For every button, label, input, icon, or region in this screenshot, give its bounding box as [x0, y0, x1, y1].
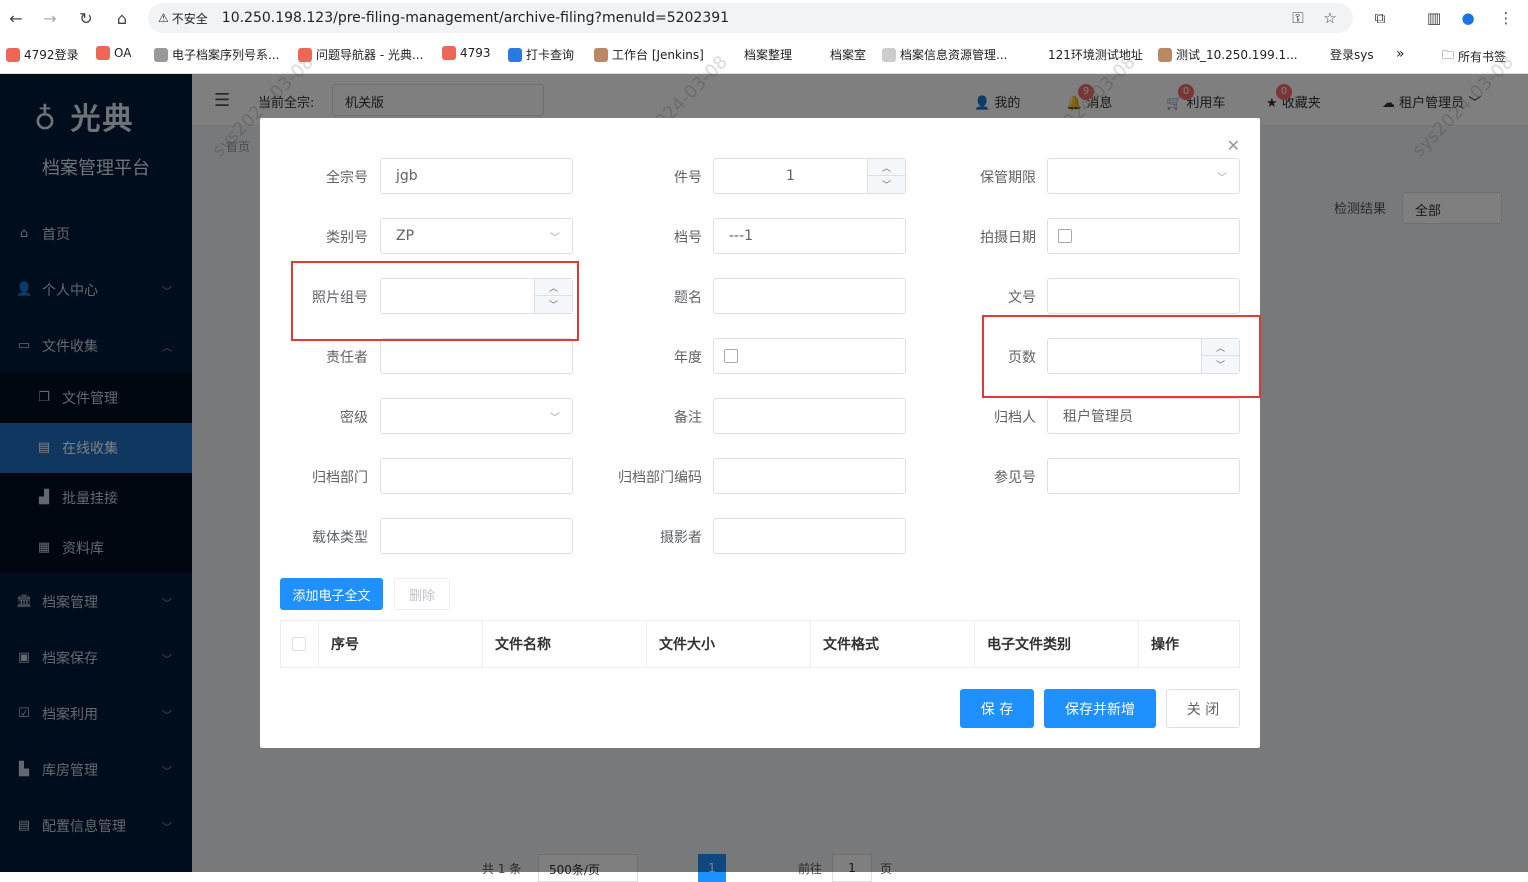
archiver-label: 归档人	[994, 410, 1036, 426]
carrier-type-input[interactable]	[380, 518, 573, 554]
bookmark-icon	[96, 46, 110, 60]
bookmark-item[interactable]: 4793	[442, 46, 491, 60]
ref-no-input[interactable]	[1047, 458, 1240, 494]
bookmark-icon	[154, 47, 168, 62]
increment-icon[interactable]: ︿	[868, 159, 905, 176]
category-no-select[interactable]: ZP ﹀	[380, 218, 573, 254]
bookmark-item[interactable]: 档案信息资源管理...	[882, 46, 1007, 63]
remark-label: 备注	[674, 410, 702, 426]
retention-label: 保管期限	[980, 170, 1036, 186]
archive-no-label: 档号	[674, 230, 702, 246]
highlight-box	[291, 261, 579, 341]
bookmark-icon	[1158, 47, 1172, 62]
bookmark-item[interactable]: 测试_10.250.199.1...	[1158, 46, 1298, 63]
category-no-label: 类别号	[326, 230, 368, 246]
chevron-down-icon: ﹀	[1217, 173, 1227, 184]
remark-input[interactable]	[713, 398, 906, 434]
responsible-label: 责任者	[326, 350, 368, 366]
photo-date-picker[interactable]	[1047, 218, 1240, 254]
bookmark-icon	[594, 47, 608, 62]
table-header[interactable]: 序号	[319, 621, 483, 667]
title-label: 题名	[674, 290, 702, 306]
table-header[interactable]: 电子文件类别	[975, 621, 1139, 667]
archive-dept-label: 归档部门	[312, 470, 368, 486]
extensions-icon[interactable]: ⧉	[1368, 6, 1392, 30]
fonds-no-label: 全宗号	[326, 170, 368, 186]
secret-level-label: 密级	[340, 410, 368, 426]
bookmark-item[interactable]: OA	[96, 46, 131, 60]
bookmarks-overflow[interactable]: »	[1396, 46, 1405, 62]
calendar-icon	[1058, 229, 1072, 243]
warning-icon: ⚠	[158, 11, 169, 25]
address-bar[interactable]: ⚠ 不安全 10.250.198.123/pre-filing-managemen…	[148, 3, 1353, 33]
carrier-type-label: 载体类型	[312, 530, 368, 546]
url-text: 10.250.198.123/pre-filing-management/arc…	[221, 10, 730, 26]
table-header[interactable]: 文件大小	[647, 621, 811, 667]
doc-no-label: 文号	[1008, 290, 1036, 306]
item-no-label: 件号	[674, 170, 702, 186]
archive-filing-dialog: ✕ 全宗号 jgb 件号 1 ︿ ﹀ 保管期限 ﹀ 类别号 ZP ﹀ 档号 ---1 …	[260, 118, 1261, 748]
table-header[interactable]: 文件名称	[483, 621, 647, 667]
table-header[interactable]: 操作	[1139, 621, 1239, 667]
bookmark-icon	[508, 47, 522, 62]
fonds-no-input[interactable]: jgb	[380, 158, 573, 194]
photographer-label: 摄影者	[660, 530, 702, 546]
back-icon[interactable]: ←	[4, 6, 28, 30]
add-fulltext-button[interactable]: 添加电子全文	[280, 578, 383, 610]
key-icon[interactable]: ⚿	[1286, 6, 1310, 30]
select-all-cell	[281, 621, 319, 667]
chevron-down-icon: ﹀	[550, 413, 560, 424]
forward-icon[interactable]: →	[38, 6, 62, 30]
photo-date-label: 拍摄日期	[980, 230, 1036, 246]
highlight-box	[982, 315, 1261, 398]
reload-icon[interactable]: ↻	[74, 6, 98, 30]
bookmark-icon	[882, 47, 896, 62]
save-button[interactable]: 保 存	[960, 689, 1034, 728]
bookmark-item[interactable]: 档案室	[830, 46, 866, 63]
star-icon[interactable]: ☆	[1318, 6, 1342, 30]
bookmark-icon	[6, 47, 20, 62]
archive-dept-input[interactable]	[380, 458, 573, 494]
archive-dept-code-input[interactable]	[713, 458, 906, 494]
close-icon[interactable]: ✕	[1227, 136, 1240, 155]
secret-level-select[interactable]: ﹀	[380, 398, 573, 434]
title-input[interactable]	[713, 278, 906, 314]
year-label: 年度	[674, 350, 702, 366]
folder-icon: 🗀	[1442, 48, 1455, 62]
chevron-down-icon: ﹀	[550, 233, 560, 244]
doc-no-input[interactable]	[1047, 278, 1240, 314]
profile-icon[interactable]: ●	[1456, 6, 1480, 30]
responsible-input[interactable]	[380, 338, 573, 374]
archiver-input[interactable]: 租户管理员	[1047, 398, 1240, 434]
bookmark-item[interactable]: 4792登录	[6, 46, 79, 63]
menu-icon[interactable]: ⋮	[1494, 6, 1518, 30]
bookmark-item[interactable]: 工作台 [Jenkins]	[594, 46, 704, 63]
archive-dept-code-label: 归档部门编码	[618, 470, 702, 486]
fulltext-table: 序号 文件名称 文件大小 文件格式 电子文件类别 操作	[280, 620, 1240, 668]
ref-no-label: 参见号	[994, 470, 1036, 486]
bookmark-icon	[442, 46, 456, 60]
item-no-stepper[interactable]: 1 ︿ ﹀	[713, 158, 906, 194]
security-indicator[interactable]: ⚠ 不安全	[158, 10, 208, 27]
bookmark-item[interactable]: 登录sys	[1330, 46, 1374, 63]
retention-select[interactable]: ﹀	[1047, 158, 1240, 194]
bookmark-item[interactable]: 电子档案序列号系...	[154, 46, 279, 63]
select-all-checkbox[interactable]	[292, 637, 306, 651]
save-and-new-button[interactable]: 保存并新增	[1044, 689, 1156, 728]
archive-no-input[interactable]: ---1	[713, 218, 906, 254]
browser-chrome: ← → ↻ ⌂ ⚠ 不安全 10.250.198.123/pre-filing-m…	[0, 0, 1528, 74]
home-icon[interactable]: ⌂	[110, 6, 134, 30]
calendar-icon	[724, 349, 738, 363]
sidepanel-icon[interactable]: ▥	[1422, 6, 1446, 30]
photographer-input[interactable]	[713, 518, 906, 554]
close-button[interactable]: 关 闭	[1166, 689, 1240, 728]
bookmark-item[interactable]: 档案整理	[744, 46, 792, 63]
browser-toolbar: ← → ↻ ⌂ ⚠ 不安全 10.250.198.123/pre-filing-m…	[0, 0, 1528, 36]
bookmark-item[interactable]: 问题导航器 - 光典...	[298, 46, 423, 63]
bookmark-item[interactable]: 打卡查询	[508, 46, 574, 63]
table-header[interactable]: 文件格式	[811, 621, 975, 667]
decrement-icon[interactable]: ﹀	[868, 176, 905, 193]
year-picker[interactable]	[713, 338, 906, 374]
delete-button[interactable]: 删除	[394, 578, 450, 610]
